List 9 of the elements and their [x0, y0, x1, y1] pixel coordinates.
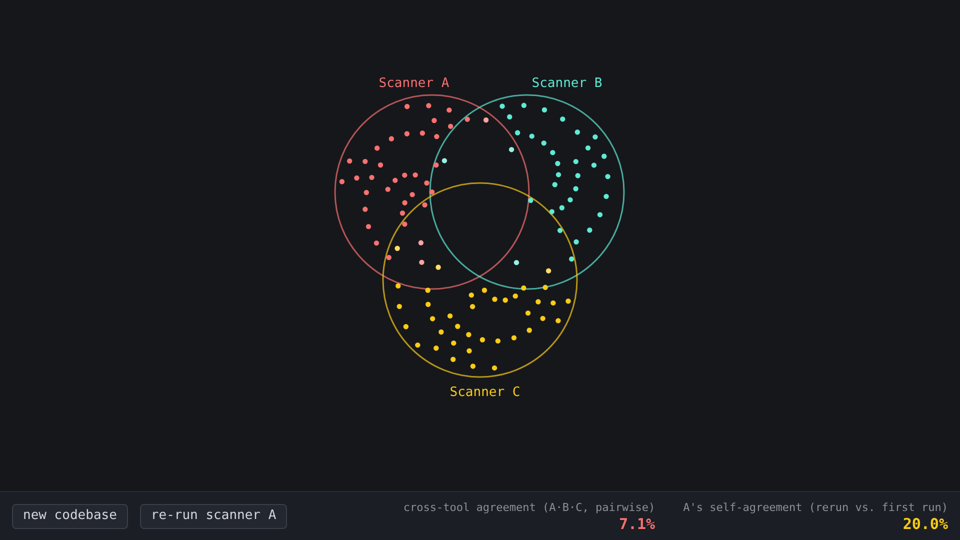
stat-label: cross-tool agreement (A·B·C, pairwise) — [403, 500, 656, 514]
set-label: Scanner B — [532, 76, 602, 91]
stat-value: 7.1% — [618, 514, 656, 532]
set-label: Scanner C — [450, 385, 520, 400]
set-label: Scanner A — [378, 76, 450, 91]
action-button[interactable]: re-run scanner A — [140, 504, 288, 528]
stat-value: 20.0% — [902, 514, 948, 532]
stat-label: A's self-agreement (rerun vs. first run) — [683, 500, 948, 514]
action-button[interactable]: new codebase — [12, 504, 128, 528]
